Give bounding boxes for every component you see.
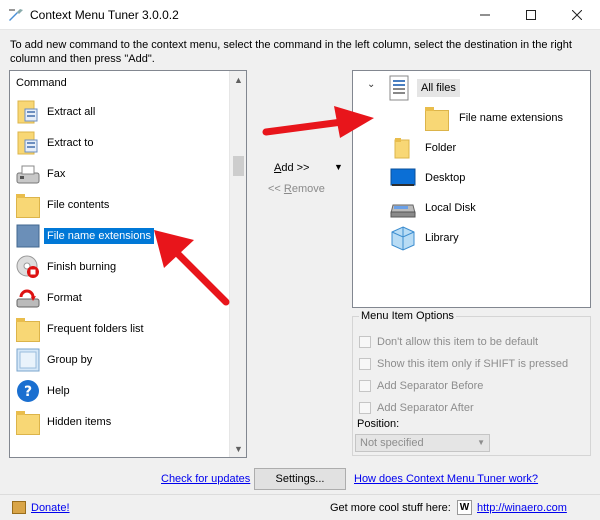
add-button[interactable]: Add >>: [274, 162, 309, 174]
maximize-icon: [526, 10, 536, 20]
list-item[interactable]: File contents: [14, 189, 232, 220]
zip-folder-icon: [14, 129, 42, 157]
list-item[interactable]: Extract to: [14, 127, 232, 158]
svg-text:?: ?: [24, 384, 32, 400]
tree-item-all-files[interactable]: All files: [385, 73, 460, 103]
format-icon: [14, 284, 42, 312]
folder-icon: [14, 408, 42, 436]
chevron-down-icon[interactable]: ⌄: [367, 79, 375, 90]
tree-item-folder[interactable]: Folder: [389, 133, 460, 163]
remove-button[interactable]: << Remove: [268, 183, 325, 195]
destination-tree[interactable]: ⌄ All files File name extensions Folder …: [352, 70, 591, 308]
red-arrow-annotation-icon: [262, 106, 374, 138]
folder-icon: [14, 222, 42, 250]
list-item[interactable]: Fax: [14, 158, 232, 189]
footer-text: Get more cool stuff here:: [330, 502, 451, 514]
help-icon: ?: [14, 377, 42, 405]
group-by-icon: [14, 346, 42, 374]
scroll-down-icon[interactable]: ▼: [230, 440, 246, 457]
zip-folder-icon: [14, 98, 42, 126]
tree-item-local-disk[interactable]: Local Disk: [389, 193, 480, 223]
check-for-updates-link[interactable]: Check for updates: [161, 473, 250, 485]
drive-icon: [389, 194, 417, 222]
burn-disc-icon: [14, 253, 42, 281]
checkbox[interactable]: [359, 336, 371, 348]
list-item[interactable]: Frequent folders list: [14, 313, 232, 344]
close-icon: [572, 10, 582, 20]
donate-icon: [12, 501, 26, 514]
minimize-button[interactable]: [462, 0, 508, 30]
title-bar: Context Menu Tuner 3.0.0.2: [0, 0, 600, 30]
checkbox[interactable]: [359, 358, 371, 370]
option-separator-before[interactable]: Add Separator Before: [359, 380, 483, 392]
settings-button[interactable]: Settings...: [254, 468, 346, 490]
library-icon: [389, 224, 417, 252]
all-files-icon: [385, 74, 413, 102]
winaero-logo-icon: W: [457, 500, 472, 515]
tree-item-library[interactable]: Library: [389, 223, 463, 253]
folder-icon: [14, 315, 42, 343]
minimize-icon: [480, 14, 490, 16]
option-separator-after[interactable]: Add Separator After: [359, 402, 474, 414]
position-select[interactable]: Not specified ▼: [355, 434, 490, 452]
donate-link[interactable]: Donate!: [31, 502, 70, 514]
list-item[interactable]: Extract all: [14, 96, 232, 127]
how-it-works-link[interactable]: How does Context Menu Tuner work?: [354, 473, 538, 485]
command-list-header: Command: [16, 77, 67, 89]
menu-item-options-group: Menu Item Options Don't allow this item …: [352, 310, 591, 456]
list-item[interactable]: ? Help: [14, 375, 232, 406]
scroll-up-icon[interactable]: ▲: [230, 71, 246, 88]
option-no-default[interactable]: Don't allow this item to be default: [359, 336, 538, 348]
close-button[interactable]: [554, 0, 600, 30]
position-label: Position:: [357, 418, 400, 430]
tree-item-desktop[interactable]: Desktop: [389, 163, 469, 193]
folder-icon: [389, 134, 417, 162]
tree-item-file-name-extensions[interactable]: File name extensions: [423, 103, 567, 133]
window-title: Context Menu Tuner 3.0.0.2: [30, 8, 179, 22]
desktop-icon: [389, 164, 417, 192]
folder-icon: [423, 104, 451, 132]
red-arrow-annotation-icon: [154, 230, 230, 306]
winaero-link[interactable]: http://winaero.com: [477, 502, 567, 514]
maximize-button[interactable]: [508, 0, 554, 30]
option-shift-only[interactable]: Show this item only if SHIFT is pressed: [359, 358, 568, 370]
chevron-down-icon: ▼: [477, 438, 485, 447]
fax-icon: [14, 160, 42, 188]
checkbox[interactable]: [359, 380, 371, 392]
divider: [0, 494, 600, 495]
app-icon: [9, 9, 23, 21]
options-group-title: Menu Item Options: [359, 310, 456, 322]
list-item[interactable]: Hidden items: [14, 406, 232, 437]
folder-icon: [14, 191, 42, 219]
list-item[interactable]: Group by: [14, 344, 232, 375]
checkbox[interactable]: [359, 402, 371, 414]
scroll-thumb[interactable]: [233, 156, 244, 176]
dropdown-arrow-icon[interactable]: ▼: [334, 162, 343, 172]
instructions-text: To add new command to the context menu, …: [10, 39, 572, 65]
